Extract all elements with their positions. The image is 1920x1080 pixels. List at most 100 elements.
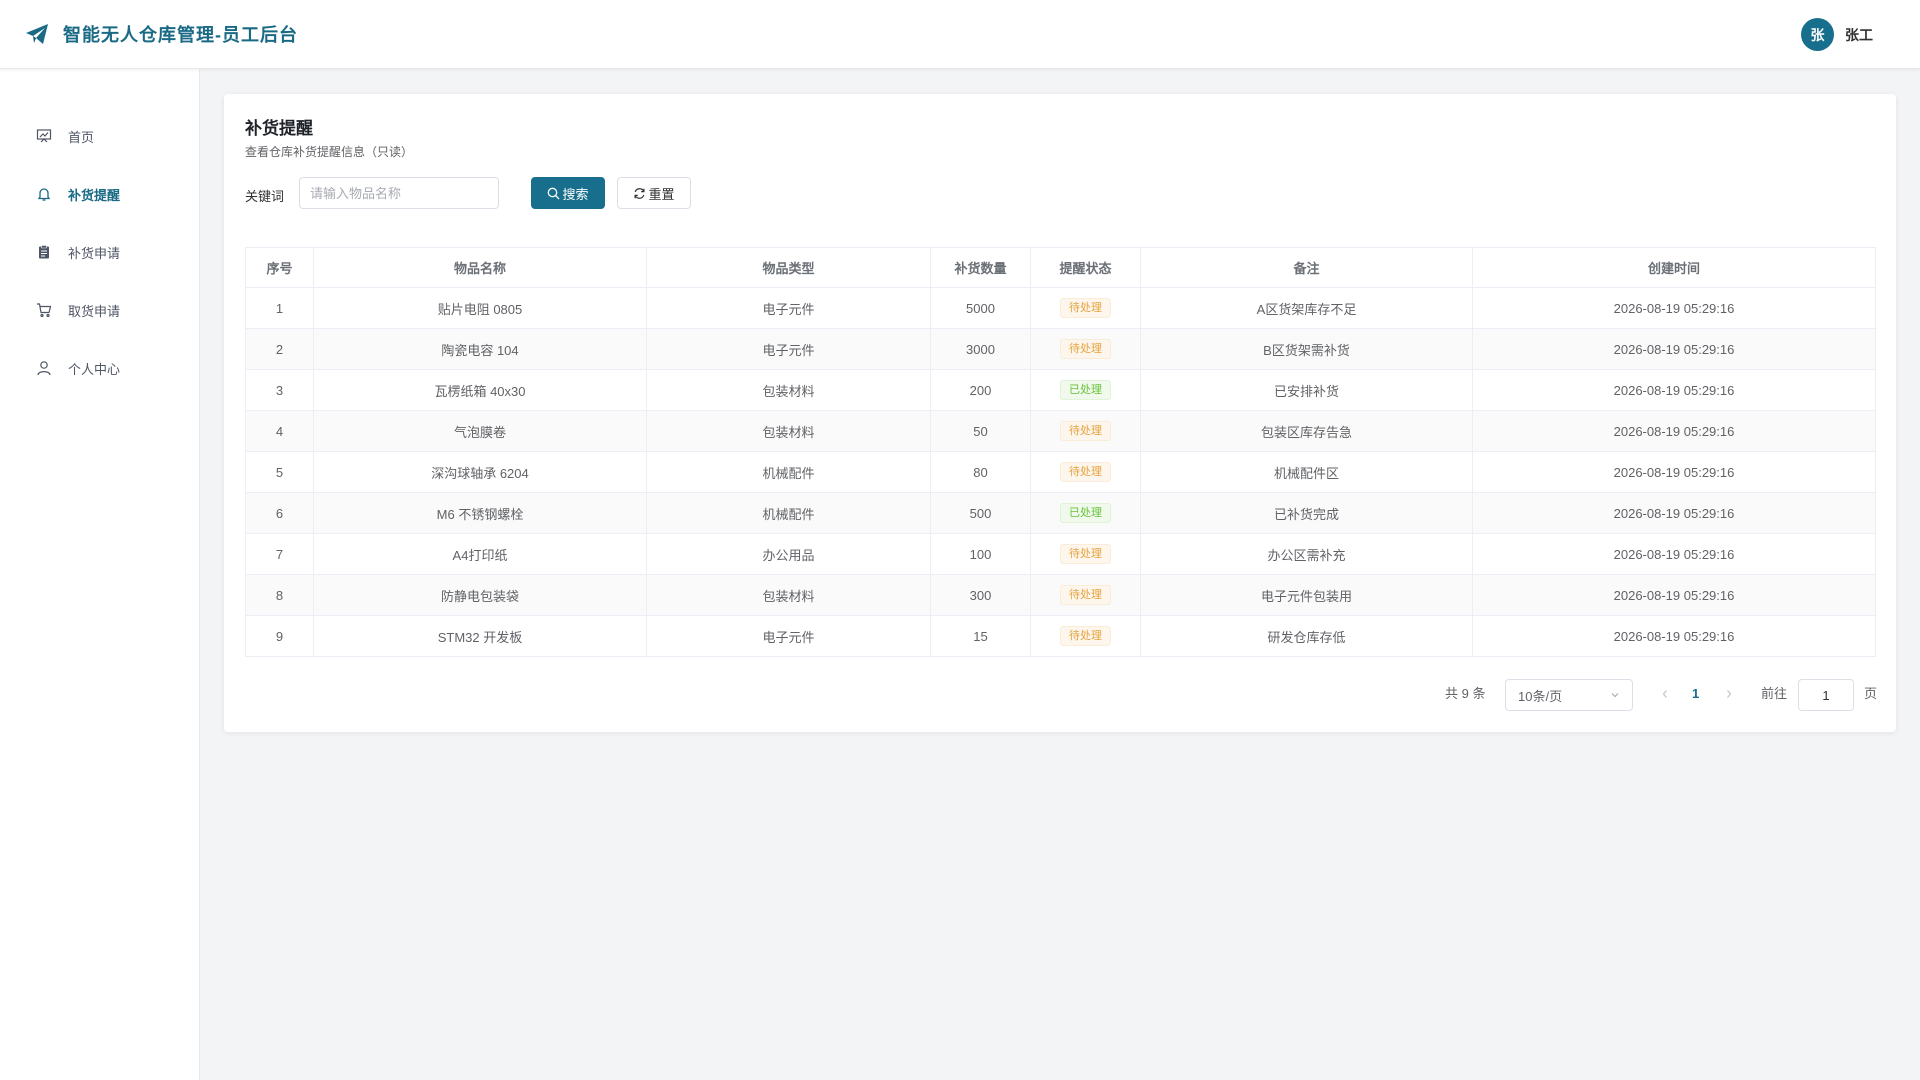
keyword-label: 关键词 bbox=[245, 189, 285, 204]
status-badge: 待处理 bbox=[1060, 339, 1111, 359]
search-button[interactable]: 搜索 bbox=[531, 177, 605, 209]
pagination-total: 共 9 条 bbox=[1445, 686, 1486, 701]
cell-no: 6 bbox=[245, 492, 314, 534]
cell-qty: 5000 bbox=[930, 287, 1031, 329]
goto-label: 前往 bbox=[1761, 686, 1788, 701]
cell-qty: 80 bbox=[930, 451, 1031, 493]
status-badge: 待处理 bbox=[1060, 544, 1111, 564]
cell-time: 2026-08-19 05:29:16 bbox=[1472, 328, 1876, 370]
cell-note: 机械配件区 bbox=[1140, 451, 1473, 493]
cell-qty: 500 bbox=[930, 492, 1031, 534]
column-header: 序号 bbox=[245, 247, 314, 288]
cell-qty: 15 bbox=[930, 615, 1031, 657]
cell-no: 9 bbox=[245, 615, 314, 657]
sidebar: 首页 补货提醒 补货申请 取货申请 个人中心 bbox=[0, 69, 200, 1080]
cell-no: 8 bbox=[245, 574, 314, 616]
cell-no: 2 bbox=[245, 328, 314, 370]
cell-type: 办公用品 bbox=[646, 533, 931, 575]
next-page-button[interactable] bbox=[1724, 684, 1734, 716]
restock-table: 序号 物品名称 物品类型 补货数量 提醒状态 备注 创建时间 1 贴片电阻 080… bbox=[245, 247, 1876, 657]
cell-type: 包装材料 bbox=[646, 574, 931, 616]
brand: 智能无人仓库管理-员工后台 bbox=[25, 21, 298, 47]
sidebar-item-label: 取货申请 bbox=[68, 303, 121, 319]
page-size-select[interactable]: 10条/页 bbox=[1505, 679, 1633, 711]
cell-type: 电子元件 bbox=[646, 287, 931, 329]
cell-qty: 50 bbox=[930, 410, 1031, 452]
prev-page-button[interactable] bbox=[1660, 684, 1670, 716]
search-button-label: 搜索 bbox=[562, 186, 589, 202]
table-header-row: 序号 物品名称 物品类型 补货数量 提醒状态 备注 创建时间 bbox=[245, 247, 1876, 288]
status-badge: 已处理 bbox=[1060, 380, 1111, 400]
cell-name: 瓦楞纸箱 40x30 bbox=[313, 369, 647, 411]
goto-page-input[interactable]: 1 bbox=[1798, 679, 1854, 711]
cell-name: M6 不锈钢螺栓 bbox=[313, 492, 647, 534]
cell-note: 包装区库存告急 bbox=[1140, 410, 1473, 452]
table-row: 5 深沟球轴承 6204 机械配件 80 待处理 机械配件区 2026-08-19 05:2… bbox=[245, 451, 1876, 493]
cell-no: 3 bbox=[245, 369, 314, 411]
page-subtitle: 查看仓库补货提醒信息（只读） bbox=[245, 145, 414, 159]
table-row: 2 陶瓷电容 104 电子元件 3000 待处理 B区货架需补货 2026-08-19 05… bbox=[245, 328, 1876, 370]
sidebar-item-restock-reminder[interactable]: 补货提醒 bbox=[0, 174, 199, 214]
sidebar-item-label: 首页 bbox=[68, 129, 95, 145]
column-header: 创建时间 bbox=[1472, 247, 1876, 288]
sidebar-item-home[interactable]: 首页 bbox=[0, 116, 199, 156]
sidebar-item-restock-request[interactable]: 补货申请 bbox=[0, 232, 199, 272]
table-row: 8 防静电包装袋 包装材料 300 待处理 电子元件包装用 2026-08-19 05:29… bbox=[245, 574, 1876, 616]
cell-type: 包装材料 bbox=[646, 410, 931, 452]
status-cell: 待处理 bbox=[1030, 533, 1141, 575]
cell-qty: 200 bbox=[930, 369, 1031, 411]
column-header: 物品类型 bbox=[646, 247, 931, 288]
cell-no: 1 bbox=[245, 287, 314, 329]
status-cell: 待处理 bbox=[1030, 574, 1141, 616]
status-cell: 待处理 bbox=[1030, 287, 1141, 329]
status-cell: 已处理 bbox=[1030, 369, 1141, 411]
avatar[interactable]: 张 bbox=[1801, 18, 1834, 51]
refresh-icon bbox=[633, 187, 646, 200]
cell-note: B区货架需补货 bbox=[1140, 328, 1473, 370]
cell-no: 5 bbox=[245, 451, 314, 493]
status-badge: 待处理 bbox=[1060, 585, 1111, 605]
cell-time: 2026-08-19 05:29:16 bbox=[1472, 574, 1876, 616]
cell-time: 2026-08-19 05:29:16 bbox=[1472, 451, 1876, 493]
search-input[interactable] bbox=[299, 177, 499, 209]
app-title: 智能无人仓库管理-员工后台 bbox=[63, 25, 298, 45]
cell-qty: 300 bbox=[930, 574, 1031, 616]
column-header: 补货数量 bbox=[930, 247, 1031, 288]
chevron-right-icon bbox=[1727, 690, 1732, 698]
cell-time: 2026-08-19 05:29:16 bbox=[1472, 492, 1876, 534]
cell-name: 防静电包装袋 bbox=[313, 574, 647, 616]
top-header: 智能无人仓库管理-员工后台 张 张工 bbox=[0, 0, 1920, 69]
table-row: 7 A4打印纸 办公用品 100 待处理 办公区需补充 2026-08-19 05:29:1… bbox=[245, 533, 1876, 575]
column-header: 物品名称 bbox=[313, 247, 647, 288]
sidebar-item-pickup-request[interactable]: 取货申请 bbox=[0, 290, 199, 330]
paper-plane-icon bbox=[25, 21, 51, 47]
presentation-chart-icon bbox=[36, 128, 52, 144]
cell-note: 已安排补货 bbox=[1140, 369, 1473, 411]
cell-time: 2026-08-19 05:29:16 bbox=[1472, 287, 1876, 329]
table-row: 6 M6 不锈钢螺栓 机械配件 500 已处理 已补货完成 2026-08-19 05:29… bbox=[245, 492, 1876, 534]
cell-name: A4打印纸 bbox=[313, 533, 647, 575]
status-badge: 待处理 bbox=[1060, 462, 1111, 482]
user-name[interactable]: 张工 bbox=[1845, 25, 1873, 45]
page-size-value: 10条/页 bbox=[1518, 688, 1563, 704]
cell-note: 办公区需补充 bbox=[1140, 533, 1473, 575]
status-badge: 待处理 bbox=[1060, 626, 1111, 646]
restock-reminder-card: 补货提醒 查看仓库补货提醒信息（只读） 关键词 搜索 重置 bbox=[224, 94, 1896, 732]
column-header: 提醒状态 bbox=[1030, 247, 1141, 288]
cell-qty: 3000 bbox=[930, 328, 1031, 370]
cell-type: 电子元件 bbox=[646, 328, 931, 370]
cell-time: 2026-08-19 05:29:16 bbox=[1472, 369, 1876, 411]
chevron-down-icon bbox=[1610, 688, 1620, 703]
table-row: 1 贴片电阻 0805 电子元件 5000 待处理 A区货架库存不足 2026-08-19 … bbox=[245, 287, 1876, 329]
page-suffix: 页 bbox=[1864, 686, 1878, 701]
reset-button[interactable]: 重置 bbox=[617, 177, 691, 209]
status-badge: 已处理 bbox=[1060, 503, 1111, 523]
sidebar-item-profile[interactable]: 个人中心 bbox=[0, 348, 199, 388]
cell-name: 陶瓷电容 104 bbox=[313, 328, 647, 370]
status-badge: 待处理 bbox=[1060, 421, 1111, 441]
clipboard-icon bbox=[36, 244, 52, 260]
cell-note: A区货架库存不足 bbox=[1140, 287, 1473, 329]
page-number-current[interactable]: 1 bbox=[1692, 684, 1699, 716]
user-menu[interactable]: 张 张工 bbox=[1801, 18, 1873, 51]
cell-qty: 100 bbox=[930, 533, 1031, 575]
